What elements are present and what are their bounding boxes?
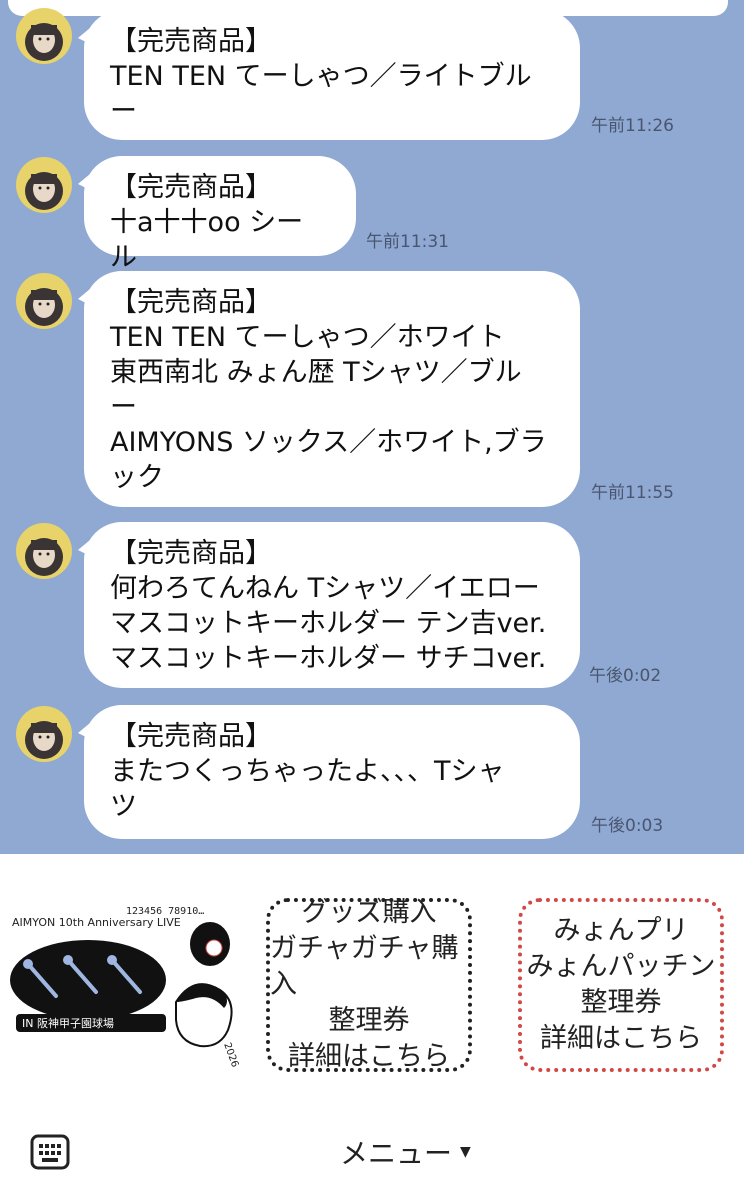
goods-purchase-button[interactable]: グッズ購入 ガチャガチャ購入 整理券 詳細はこちら [266, 897, 472, 1072]
goods-line-1: グッズ購入 [301, 897, 437, 928]
goods-line-3: 整理券 [328, 1005, 410, 1036]
goods-line-2: ガチャガチャ購入 [270, 933, 459, 1000]
message-time: 午後0:02 [589, 666, 662, 686]
avatar[interactable] [16, 157, 72, 213]
rich-menu: AIMYON 10th Anniversary LIVE 123456 7891… [0, 854, 744, 1084]
avatar[interactable] [16, 273, 72, 329]
chat-area[interactable]: 【完売商品】 TEN TEN てーしゃつ／ライトブル ー 午前11:26 【完売… [0, 0, 744, 854]
myon-line-2: みょんパッチン [526, 951, 716, 982]
message-bubble[interactable]: 【完売商品】 十a十十oo シール [78, 156, 356, 273]
menu-toggle-button[interactable]: メニュー ▼ [340, 1132, 471, 1172]
myon-line-4: 詳細はこちら [540, 1023, 702, 1054]
avatar[interactable] [16, 8, 72, 64]
avatar[interactable] [16, 523, 72, 579]
caret-down-icon: ▼ [460, 1144, 471, 1160]
message-bubble[interactable]: 【完売商品】 TEN TEN てーしゃつ／ホワイト 東西南北 みょん歴 Tシャツ… [78, 271, 580, 507]
menu-label: メニュー [340, 1137, 453, 1170]
avatar[interactable] [16, 706, 72, 762]
message-time: 午前11:55 [591, 483, 674, 503]
message-bubble[interactable]: 【完売商品】 またつくっちゃったよ、、、Tシャ ツ [78, 705, 580, 839]
art-title: AIMYON 10th Anniversary LIVE [12, 916, 181, 929]
message-time: 午前11:31 [366, 232, 449, 252]
art-year: 2026 [221, 1041, 240, 1069]
myon-line-3: 整理券 [580, 987, 662, 1018]
bottom-bar: メニュー ▼ [0, 1100, 744, 1200]
message-time: 午前11:26 [591, 116, 674, 136]
keyboard-icon[interactable] [30, 1134, 70, 1170]
myon-line-1: みょんプリ [553, 915, 689, 946]
art-numbers: 123456 78910… [126, 906, 204, 917]
live-promo-artwork[interactable]: AIMYON 10th Anniversary LIVE 123456 7891… [8, 892, 252, 1072]
art-venue: IN 阪神甲子園球場 [22, 1016, 114, 1030]
message-bubble[interactable]: 【完売商品】 何わろてんねん Tシャツ／イエロー マスコットキーホルダー テン吉… [78, 522, 580, 688]
goods-line-4: 詳細はこちら [288, 1041, 450, 1072]
message-bubble[interactable]: 【完売商品】 TEN TEN てーしゃつ／ライトブル ー [78, 10, 580, 140]
myonpuri-button[interactable]: みょんプリ みょんパッチン 整理券 詳細はこちら [518, 898, 724, 1072]
message-time: 午後0:03 [591, 816, 664, 836]
